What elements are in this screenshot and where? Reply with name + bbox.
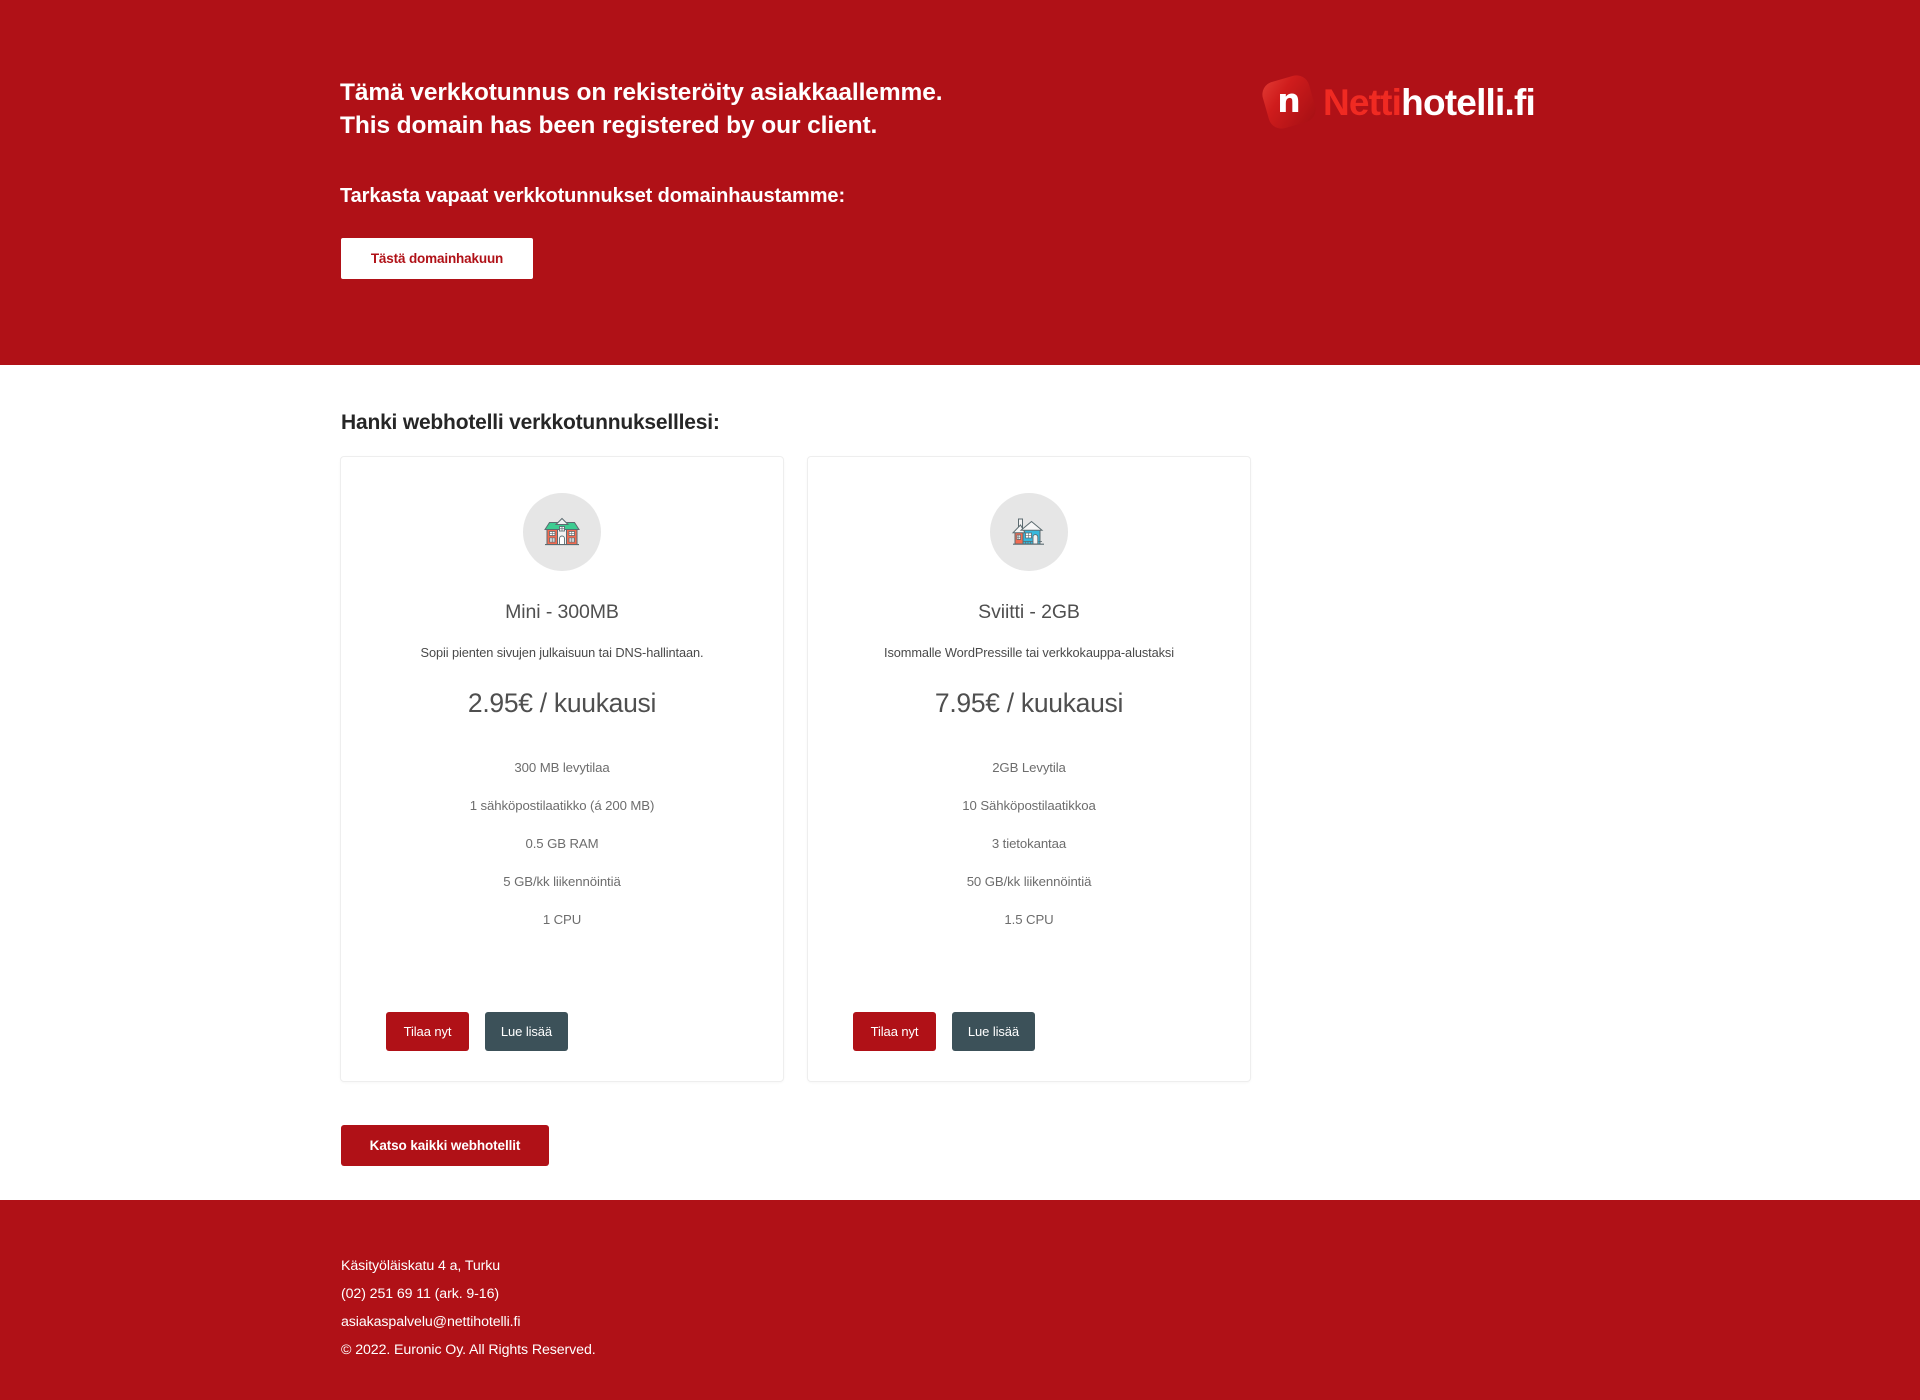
page-footer: Käsityöläiskatu 4 a, Turku (02) 251 69 1… xyxy=(0,1200,1920,1400)
plan-actions: Tilaa nyt Lue lisää xyxy=(830,1012,1228,1051)
plan-card-sviitti[interactable]: Sviitti - 2GB Isommalle WordPressille ta… xyxy=(807,456,1251,1082)
plan-description: Sopii pienten sivujen julkaisuun tai DNS… xyxy=(420,645,704,660)
main-inner: Hanki webhotelli verkkotunnukselllesi: M… xyxy=(340,365,1580,1200)
plan-actions: Tilaa nyt Lue lisää xyxy=(363,1012,761,1051)
site-logo[interactable]: n Nettihotelli.fi xyxy=(1259,72,1536,132)
footer-address: Käsityöläiskatu 4 a, Turku xyxy=(341,1258,501,1274)
main-content: Hanki webhotelli verkkotunnukselllesi: M… xyxy=(0,365,1920,1200)
headline-line-en: This domain has been registered by our c… xyxy=(340,112,878,139)
logo-mark-icon: n xyxy=(1259,72,1319,132)
plan-price: 7.95€ / kuukausi xyxy=(934,688,1124,718)
headline-line-fi: Tämä verkkotunnus on rekisteröity asiakk… xyxy=(340,79,943,106)
plan-feature: 10 Sähköpostilaatikkoa xyxy=(962,798,1096,813)
plan-icon-wrapper xyxy=(523,493,601,571)
header-content: Tämä verkkotunnus on rekisteröity asiakk… xyxy=(340,0,1580,365)
plan-feature: 3 tietokantaa xyxy=(991,836,1067,851)
plan-feature: 300 MB levytilaa xyxy=(514,760,610,775)
order-now-button[interactable]: Tilaa nyt xyxy=(853,1012,936,1051)
house-green-roof-icon xyxy=(544,517,580,546)
subheadline: Tarkasta vapaat verkkotunnukset domainha… xyxy=(340,185,846,207)
footer-email[interactable]: asiakaspalvelu@nettihotelli.fi xyxy=(341,1308,1580,1336)
plan-feature: 1 sähköpostilaatikko (á 200 MB) xyxy=(469,798,655,813)
read-more-button[interactable]: Lue lisää xyxy=(952,1012,1035,1051)
pricing-cards: Mini - 300MB Sopii pienten sivujen julka… xyxy=(340,456,1251,1082)
footer-content: Käsityöläiskatu 4 a, Turku (02) 251 69 1… xyxy=(340,1200,1580,1364)
domain-search-button[interactable]: Tästä domainhakuun xyxy=(341,238,533,279)
plan-icon-wrapper xyxy=(990,493,1068,571)
plan-feature: 2GB Levytila xyxy=(992,760,1066,775)
plan-name: Mini - 300MB xyxy=(505,601,619,623)
footer-copyright: © 2022. Euronic Oy. All Rights Reserved. xyxy=(341,1342,596,1358)
logo-wordmark: Nettihotelli.fi xyxy=(1322,81,1536,123)
plan-feature: 0.5 GB RAM xyxy=(525,836,599,851)
page-title: Hanki webhotelli verkkotunnukselllesi: xyxy=(341,411,720,434)
house-blue-wall-icon xyxy=(1011,518,1044,545)
plan-card-mini[interactable]: Mini - 300MB Sopii pienten sivujen julka… xyxy=(340,456,784,1082)
read-more-button[interactable]: Lue lisää xyxy=(485,1012,568,1051)
headline: Tämä verkkotunnus on rekisteröity asiakk… xyxy=(340,76,943,142)
plan-feature-list: 300 MB levytilaa 1 sähköpostilaatikko (á… xyxy=(363,754,761,933)
page-root: Tämä verkkotunnus on rekisteröity asiakk… xyxy=(0,0,1920,1400)
footer-phone: (02) 251 69 11 (ark. 9-16) xyxy=(341,1286,500,1302)
plan-feature-list: 2GB Levytila 10 Sähköpostilaatikkoa 3 ti… xyxy=(830,754,1228,933)
plan-feature: 5 GB/kk liikennöintiä xyxy=(503,874,621,889)
plan-feature: 1 CPU xyxy=(542,912,582,927)
order-now-button[interactable]: Tilaa nyt xyxy=(386,1012,469,1051)
plan-description: Isommalle WordPressille tai verkkokauppa… xyxy=(884,645,1174,660)
logo-text-netti: Netti xyxy=(1322,81,1402,123)
plan-feature: 50 GB/kk liikennöintiä xyxy=(966,874,1092,889)
page-header: Tämä verkkotunnus on rekisteröity asiakk… xyxy=(0,0,1920,365)
view-all-plans-button[interactable]: Katso kaikki webhotellit xyxy=(341,1125,549,1166)
plan-feature: 1.5 CPU xyxy=(1004,912,1054,927)
plan-price: 2.95€ / kuukausi xyxy=(467,688,657,718)
plan-name: Sviitti - 2GB xyxy=(978,601,1080,623)
logo-letter-n: n xyxy=(1277,80,1301,120)
logo-text-hotelli: hotelli.fi xyxy=(1401,81,1536,123)
